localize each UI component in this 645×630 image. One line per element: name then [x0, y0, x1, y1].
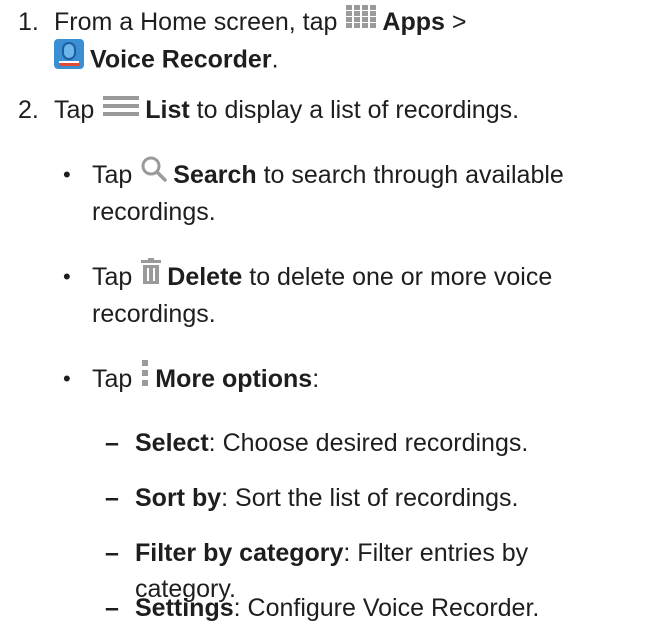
bullet-text: Tap Delete to delete one or more voice r… [92, 258, 632, 332]
dash: – [105, 429, 119, 457]
voice-recorder-label: Voice Recorder [90, 46, 272, 74]
step-number: 2. [18, 96, 39, 124]
dash: – [105, 594, 119, 622]
bullet: • [63, 162, 71, 187]
search-icon [141, 156, 168, 192]
trash-icon [141, 258, 162, 294]
dash: – [105, 484, 119, 512]
bullet-text: Tap Search to search through available r… [92, 156, 632, 230]
delete-label: Delete [167, 263, 243, 291]
bullet-search: • Tap Search to search through available… [0, 156, 645, 237]
more-options-label: More options [155, 365, 313, 393]
step-text: From a Home screen, tap Apps > Voice Rec… [54, 4, 624, 81]
step-1: 1. From a Home screen, tap Apps > Voice … [0, 4, 645, 84]
option-settings: – Settings: Configure Voice Recorder. [0, 590, 645, 630]
option-text: Select: Choose desired recordings. [135, 429, 529, 457]
search-label: Search [173, 161, 257, 189]
voice-recorder-app-icon [54, 39, 84, 79]
option-sort-by: – Sort by: Sort the list of recordings. [0, 480, 645, 520]
more-options-icon [141, 360, 149, 396]
option-select: – Select: Choose desired recordings. [0, 425, 645, 465]
option-label: Settings [135, 594, 234, 622]
step-text: Tap List to display a list of recordings… [54, 92, 624, 129]
bullet-delete: • Tap Delete to delete one or more voice… [0, 258, 645, 339]
apps-label: Apps [382, 8, 445, 36]
dash: – [105, 539, 119, 567]
list-label: List [145, 96, 190, 124]
apps-grid-icon [346, 3, 377, 39]
option-label: Filter by category [135, 539, 344, 567]
option-label: Select [135, 429, 209, 457]
bullet: • [63, 366, 71, 391]
bullet-more-options: • Tap More options: [0, 360, 645, 401]
bullet-text: Tap More options: [92, 360, 632, 398]
option-text: Settings: Configure Voice Recorder. [135, 594, 540, 622]
option-label: Sort by [135, 484, 222, 512]
list-icon [103, 91, 140, 127]
step-number: 1. [18, 8, 39, 36]
option-text: Sort by: Sort the list of recordings. [135, 484, 519, 512]
bullet: • [63, 264, 71, 289]
step-2: 2. Tap List to display a list of recordi… [0, 92, 645, 132]
